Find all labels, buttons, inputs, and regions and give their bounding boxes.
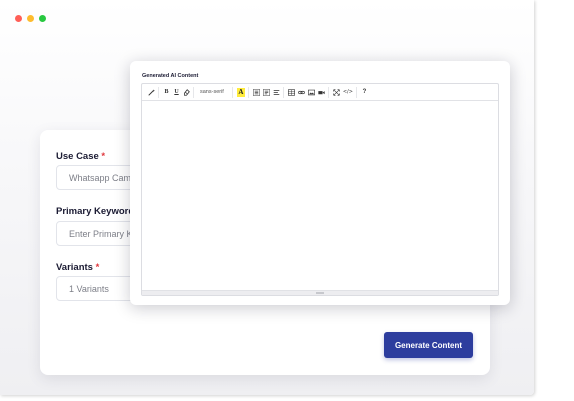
minimize-window-button[interactable] xyxy=(27,15,34,22)
eraser-icon[interactable] xyxy=(182,87,191,98)
primary-keyword-label-text: Primary Keyword xyxy=(56,206,135,217)
toolbar-format-group: B U xyxy=(160,86,194,98)
resize-handle[interactable] xyxy=(316,292,324,294)
close-window-button[interactable] xyxy=(15,15,22,22)
magic-wand-icon[interactable] xyxy=(147,87,156,98)
toolbar-view-group: </> xyxy=(330,86,357,98)
primary-keyword-label: Primary Keyword xyxy=(56,206,134,217)
variants-label-text: Variants xyxy=(56,262,93,273)
generated-content-panel: Generated AI Content B U sans-serif A </… xyxy=(130,61,510,305)
align-icon[interactable] xyxy=(272,87,281,98)
editor-title: Generated AI Content xyxy=(142,73,199,79)
video-icon[interactable] xyxy=(317,87,326,98)
use-case-label: Use Case * xyxy=(56,151,105,162)
text-color-button[interactable]: A xyxy=(236,87,246,98)
generate-content-button[interactable]: Generate Content xyxy=(384,332,473,358)
table-icon[interactable] xyxy=(287,87,296,98)
variants-value: 1 Variants xyxy=(69,284,109,294)
use-case-label-text: Use Case xyxy=(56,151,99,162)
window-controls xyxy=(15,15,46,22)
code-view-icon[interactable]: </> xyxy=(342,87,354,98)
toolbar-style-group xyxy=(145,86,159,98)
highlight-a-icon: A xyxy=(236,87,245,97)
ordered-list-icon[interactable] xyxy=(262,87,271,98)
help-button[interactable]: ? xyxy=(360,87,369,98)
underline-button[interactable]: U xyxy=(172,87,181,98)
required-mark: * xyxy=(101,151,106,162)
toolbar-insert-group xyxy=(285,86,329,98)
editor-toolbar: B U sans-serif A </> ? xyxy=(142,84,498,101)
editor-status-bar xyxy=(142,290,498,295)
toolbar-font-group: sans-serif xyxy=(195,86,233,98)
image-icon[interactable] xyxy=(307,87,316,98)
toolbar-color-group: A xyxy=(234,86,249,98)
editor-content-area[interactable] xyxy=(142,101,498,291)
maximize-window-button[interactable] xyxy=(39,15,46,22)
fullscreen-icon[interactable] xyxy=(332,87,341,98)
toolbar-help-group: ? xyxy=(358,87,371,98)
variants-label: Variants * xyxy=(56,262,99,273)
font-family-select[interactable]: sans-serif xyxy=(197,89,230,95)
required-mark: * xyxy=(95,262,100,273)
link-icon[interactable] xyxy=(297,87,306,98)
toolbar-paragraph-group xyxy=(250,86,284,98)
app-window: Use Case * Whatsapp Campaign Primary Key… xyxy=(0,0,534,395)
rich-text-editor: B U sans-serif A </> ? xyxy=(141,83,499,296)
bold-button[interactable]: B xyxy=(162,87,171,98)
unordered-list-icon[interactable] xyxy=(252,87,261,98)
